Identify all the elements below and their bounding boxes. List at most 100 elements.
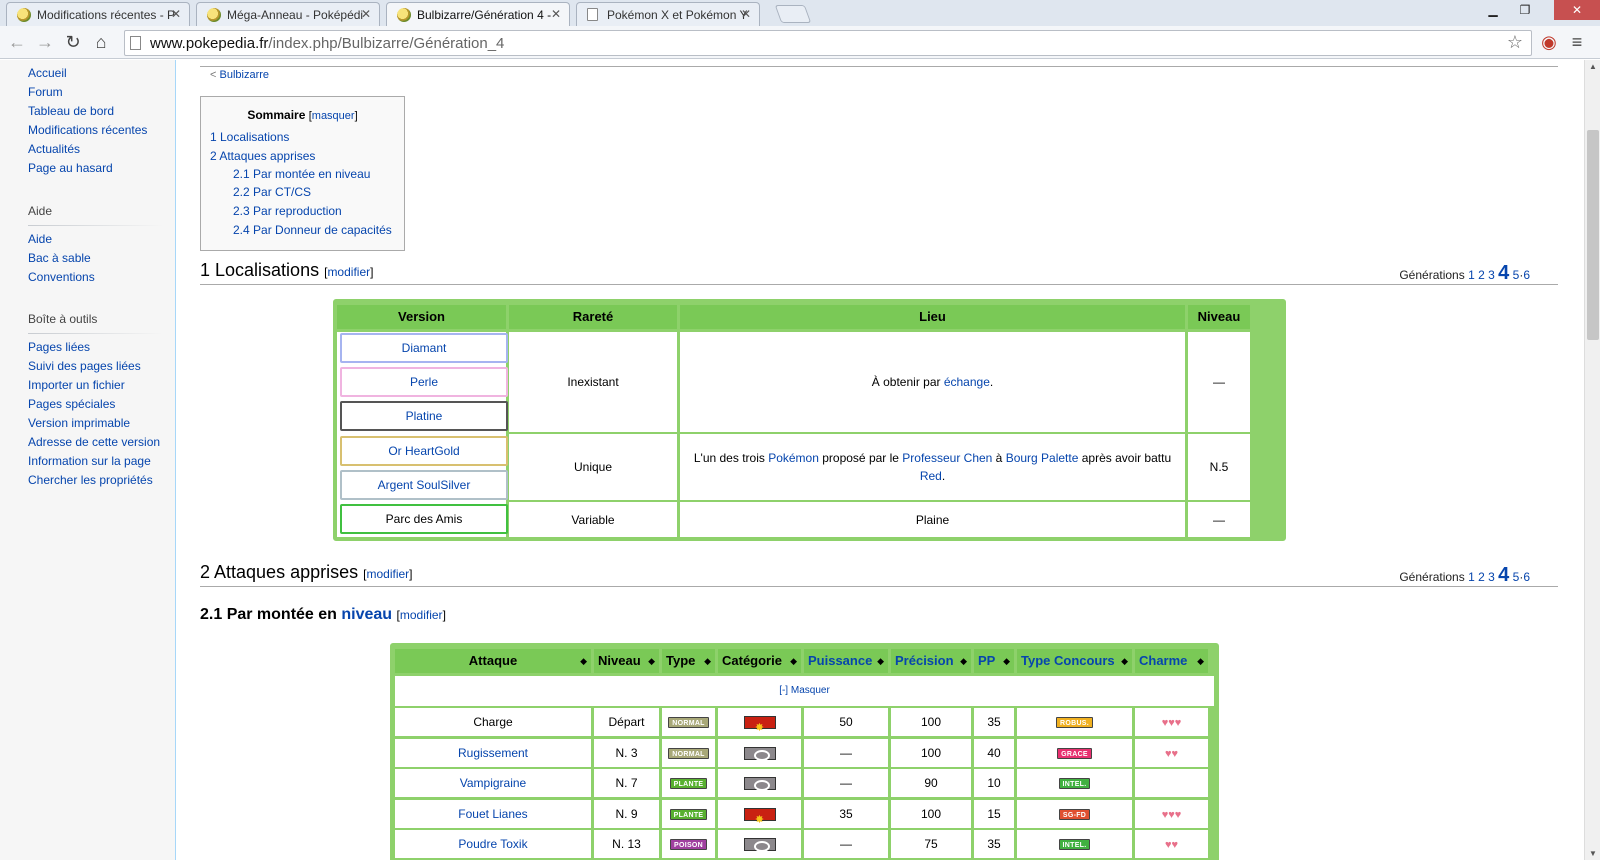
- contest-type-badge[interactable]: SG-FD: [1058, 808, 1091, 820]
- toc-hide-link[interactable]: masquer: [312, 110, 355, 122]
- sidebar-item-suivi-pages-liees[interactable]: Suivi des pages liées: [28, 359, 141, 373]
- link-niveau[interactable]: niveau: [341, 606, 392, 623]
- status-category-icon[interactable]: [743, 777, 776, 792]
- scroll-up-arrow-icon[interactable]: ▲: [1585, 62, 1600, 71]
- tab-pokemon-x-y[interactable]: Pokémon X et Pokémon Y ✕: [576, 2, 760, 26]
- sidebar-item-modifications-recentes[interactable]: Modifications récentes: [28, 123, 147, 137]
- sidebar-item-pages-speciales[interactable]: Pages spéciales: [28, 397, 115, 411]
- sortable-header-charme[interactable]: Charme ◆: [1135, 649, 1208, 673]
- restore-icon[interactable]: ❐: [1510, 0, 1540, 20]
- generation-link-6[interactable]: 6: [1523, 268, 1530, 282]
- forward-arrow-icon[interactable]: →: [34, 31, 56, 53]
- sidebar-item-page-au-hasard[interactable]: Page au hasard: [28, 161, 113, 175]
- sidebar-item-bac-a-sable[interactable]: Bac à sable: [28, 251, 91, 265]
- tab-bulbizarre-generation-4[interactable]: Bulbizarre/Génération 4 - ✕: [386, 2, 570, 26]
- toc-item-donneur[interactable]: 2.4 Par Donneur de capacités: [233, 223, 392, 237]
- sortable-header-type-concours[interactable]: Type Concours ◆: [1017, 649, 1132, 673]
- version-argent-soulsilver[interactable]: Argent SoulSilver: [340, 470, 508, 500]
- toc-item-reproduction[interactable]: 2.3 Par reproduction: [233, 204, 342, 218]
- sidebar-item-adresse-version[interactable]: Adresse de cette version: [28, 435, 160, 449]
- contest-type-badge[interactable]: INTEL.: [1058, 778, 1091, 790]
- sidebar-item-aide[interactable]: Aide: [28, 232, 52, 246]
- sidebar-item-conventions[interactable]: Conventions: [28, 270, 95, 284]
- reload-icon[interactable]: ↻: [62, 31, 84, 53]
- link-professeur-chen[interactable]: Professeur Chen: [902, 451, 992, 465]
- contest-type-badge[interactable]: INTEL.: [1058, 839, 1091, 851]
- scrollbar-thumb[interactable]: [1587, 130, 1599, 340]
- sortable-header-type[interactable]: Type ◆: [662, 649, 715, 673]
- edit-link[interactable]: modifier: [366, 567, 409, 581]
- sidebar-item-information-page[interactable]: Information sur la page: [28, 454, 151, 468]
- link-pokemon[interactable]: Pokémon: [768, 451, 819, 465]
- toc-item-niveau[interactable]: 2.1 Par montée en niveau: [233, 167, 370, 181]
- edit-link[interactable]: modifier: [400, 608, 443, 622]
- generation-link-1[interactable]: 1: [1468, 268, 1475, 282]
- generation-link-2[interactable]: 2: [1478, 570, 1485, 584]
- sortable-header-puissance[interactable]: Puissance ◆: [804, 649, 888, 673]
- version-platine[interactable]: Platine: [340, 401, 508, 431]
- type-badge[interactable]: NORMAL: [668, 747, 709, 759]
- sidebar-item-chercher-proprietes[interactable]: Chercher les propriétés: [28, 473, 153, 487]
- sidebar-item-actualites[interactable]: Actualités: [28, 142, 80, 156]
- toc-item-localisations[interactable]: 1 Localisations: [210, 130, 289, 144]
- sortable-header-precision[interactable]: Précision ◆: [891, 649, 971, 673]
- tab-close-icon[interactable]: ✕: [551, 7, 561, 21]
- type-badge[interactable]: PLANTE: [669, 808, 708, 820]
- move-link[interactable]: Fouet Lianes: [458, 807, 527, 821]
- generation-link-3[interactable]: 3: [1488, 268, 1495, 282]
- sidebar-item-version-imprimable[interactable]: Version imprimable: [28, 416, 130, 430]
- generation-link-1[interactable]: 1: [1468, 570, 1475, 584]
- back-arrow-icon[interactable]: ←: [6, 31, 28, 53]
- version-parc-des-amis[interactable]: Parc des Amis: [340, 504, 508, 534]
- new-tab-button[interactable]: [774, 5, 812, 23]
- generation-link-3[interactable]: 3: [1488, 570, 1495, 584]
- move-link[interactable]: Charge: [473, 715, 512, 729]
- edit-link[interactable]: modifier: [327, 265, 370, 279]
- toc-item-attaques[interactable]: 2 Attaques apprises: [210, 149, 315, 163]
- version-diamant[interactable]: Diamant: [340, 333, 508, 363]
- extension-icon[interactable]: ◉: [1538, 31, 1560, 53]
- sidebar-item-importer-fichier[interactable]: Importer un fichier: [28, 378, 125, 392]
- sortable-header-niveau[interactable]: Niveau ◆: [594, 649, 659, 673]
- link-red[interactable]: Red: [920, 469, 942, 483]
- link-echange[interactable]: échange: [944, 375, 990, 389]
- physical-category-icon[interactable]: [743, 806, 776, 828]
- type-badge[interactable]: NORMAL: [668, 717, 709, 729]
- contest-type-badge[interactable]: ROBUS.: [1055, 717, 1094, 729]
- generation-link-6[interactable]: 6: [1523, 570, 1530, 584]
- status-category-icon[interactable]: [743, 746, 776, 761]
- move-link[interactable]: Vampigraine: [460, 776, 526, 790]
- minimize-icon[interactable]: ▁: [1478, 0, 1508, 20]
- sortable-header-categorie[interactable]: Catégorie ◆: [718, 649, 801, 673]
- breadcrumb-link-bulbizarre[interactable]: Bulbizarre: [220, 69, 270, 81]
- version-or-heartgold[interactable]: Or HeartGold: [340, 436, 508, 466]
- status-category-icon[interactable]: [743, 838, 776, 853]
- move-link[interactable]: Rugissement: [458, 746, 528, 760]
- menu-icon[interactable]: ≡: [1566, 31, 1588, 53]
- tab-close-icon[interactable]: ✕: [171, 7, 181, 21]
- generation-link-2[interactable]: 2: [1478, 268, 1485, 282]
- sidebar-item-forum[interactable]: Forum: [28, 85, 63, 99]
- physical-category-icon[interactable]: [743, 714, 776, 736]
- home-icon[interactable]: ⌂: [90, 31, 112, 53]
- tab-close-icon[interactable]: ✕: [741, 7, 751, 21]
- masquer-toggle[interactable]: [-] Masquer: [779, 685, 830, 696]
- scroll-down-arrow-icon[interactable]: ▼: [1585, 849, 1600, 858]
- contest-type-badge[interactable]: GRACE: [1057, 747, 1092, 759]
- move-link[interactable]: Poudre Toxik: [458, 837, 527, 851]
- sidebar-item-pages-liees[interactable]: Pages liées: [28, 340, 90, 354]
- address-bar[interactable]: www.pokepedia.fr/index.php/Bulbizarre/Gé…: [124, 30, 1532, 56]
- tab-mega-anneau[interactable]: Méga-Anneau - Poképédi ✕: [196, 2, 380, 26]
- version-perle[interactable]: Perle: [340, 367, 508, 397]
- toc-item-ct-cs[interactable]: 2.2 Par CT/CS: [233, 185, 311, 199]
- type-badge[interactable]: PLANTE: [669, 778, 708, 790]
- window-close-icon[interactable]: ✕: [1554, 0, 1600, 20]
- link-bourg-palette[interactable]: Bourg Palette: [1006, 451, 1079, 465]
- vertical-scrollbar[interactable]: ▲ ▼: [1584, 60, 1600, 860]
- tab-modifications-recentes[interactable]: Modifications récentes - P ✕: [6, 2, 190, 26]
- type-badge[interactable]: POISON: [669, 839, 708, 851]
- sortable-header-attaque[interactable]: Attaque ◆: [395, 649, 591, 673]
- tab-close-icon[interactable]: ✕: [361, 7, 371, 21]
- sortable-header-pp[interactable]: PP ◆: [974, 649, 1014, 673]
- sidebar-item-tableau-de-bord[interactable]: Tableau de bord: [28, 104, 114, 118]
